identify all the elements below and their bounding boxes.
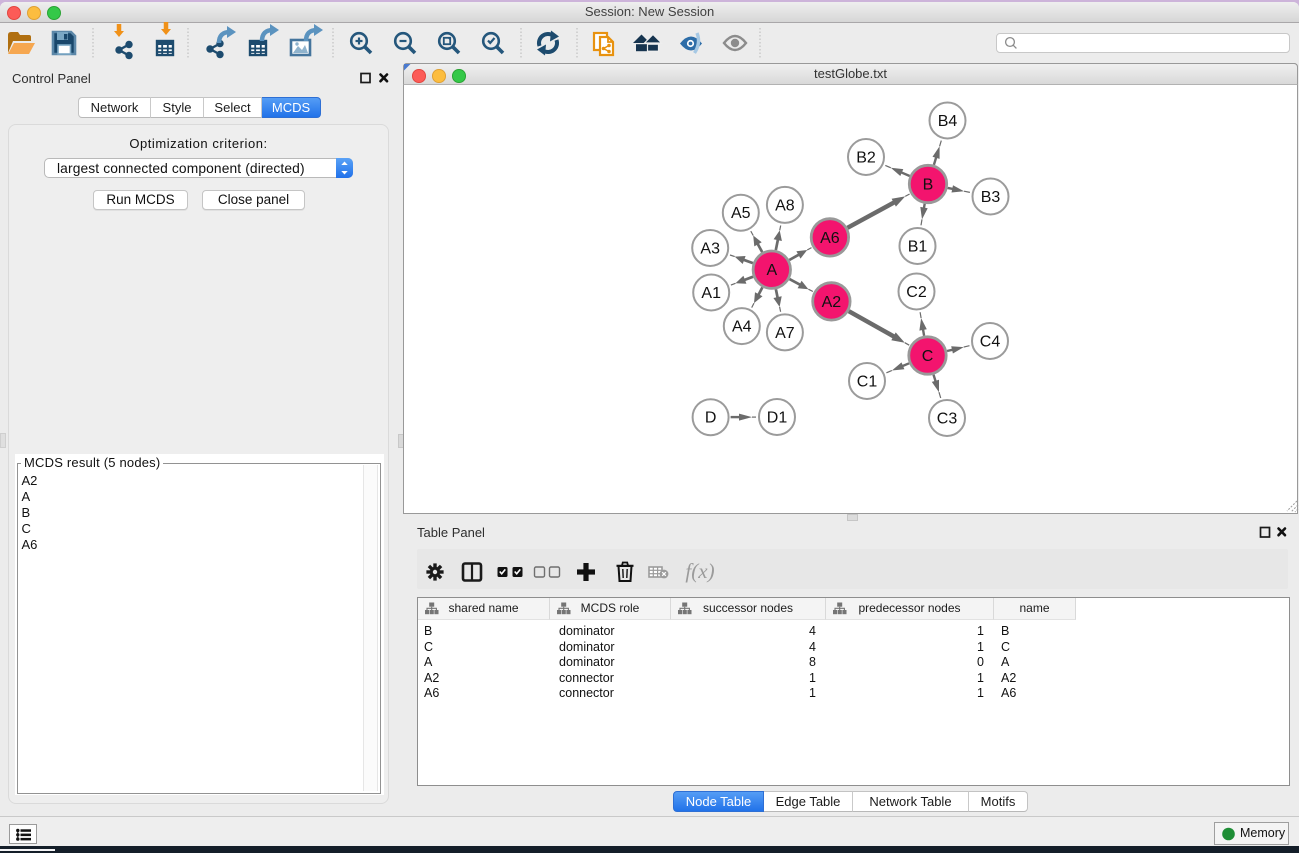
svg-text:A8: A8 (775, 197, 795, 214)
svg-text:C3: C3 (937, 411, 958, 428)
svg-text:A3: A3 (700, 241, 720, 258)
svg-text:A7: A7 (775, 325, 795, 342)
svg-text:B2: B2 (856, 150, 876, 167)
svg-text:B4: B4 (938, 113, 958, 130)
svg-text:A: A (766, 262, 777, 279)
svg-text:C4: C4 (980, 334, 1001, 351)
svg-text:B: B (923, 177, 934, 194)
svg-text:f(x): f(x) (685, 559, 714, 583)
svg-text:A5: A5 (731, 205, 751, 222)
svg-text:D: D (705, 410, 717, 427)
svg-text:A1: A1 (701, 285, 721, 302)
svg-text:C1: C1 (857, 374, 878, 391)
svg-text:C: C (922, 348, 934, 365)
svg-text:B1: B1 (908, 239, 928, 256)
svg-text:D1: D1 (767, 410, 788, 427)
svg-text:A6: A6 (820, 230, 840, 247)
svg-text:A2: A2 (822, 294, 842, 311)
svg-text:C2: C2 (906, 284, 927, 301)
svg-text:A4: A4 (732, 319, 752, 336)
svg-text:B3: B3 (981, 189, 1001, 206)
